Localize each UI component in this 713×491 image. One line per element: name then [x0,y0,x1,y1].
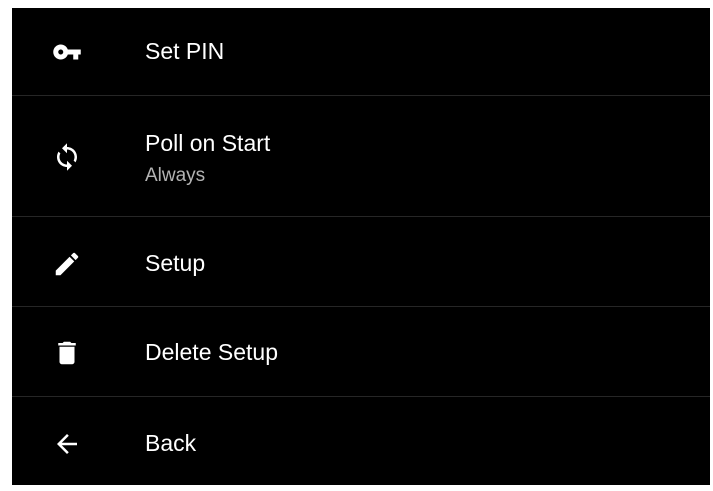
menu-item-back[interactable]: Back [12,397,710,485]
trash-icon [52,338,82,368]
menu-item-poll-on-start[interactable]: Poll on Start Always [12,96,710,217]
menu-item-label: Back [145,430,197,456]
menu-item-delete-setup[interactable]: Delete Setup [12,307,710,397]
key-icon [52,37,82,67]
menu-item-label: Set PIN [145,38,225,64]
menu-item-setup[interactable]: Setup [12,217,710,307]
menu-item-label: Setup [145,250,206,276]
menu-item-label: Delete Setup [145,339,278,365]
menu-item-set-pin[interactable]: Set PIN [12,8,710,96]
sync-icon [52,142,82,172]
arrow-back-icon [52,429,82,459]
pencil-icon [52,249,82,279]
menu-item-label: Poll on Start [145,130,271,156]
settings-menu: Set PIN Poll on Start Always Setup Delet… [12,8,710,485]
poll-setting-value: Always [145,165,206,186]
